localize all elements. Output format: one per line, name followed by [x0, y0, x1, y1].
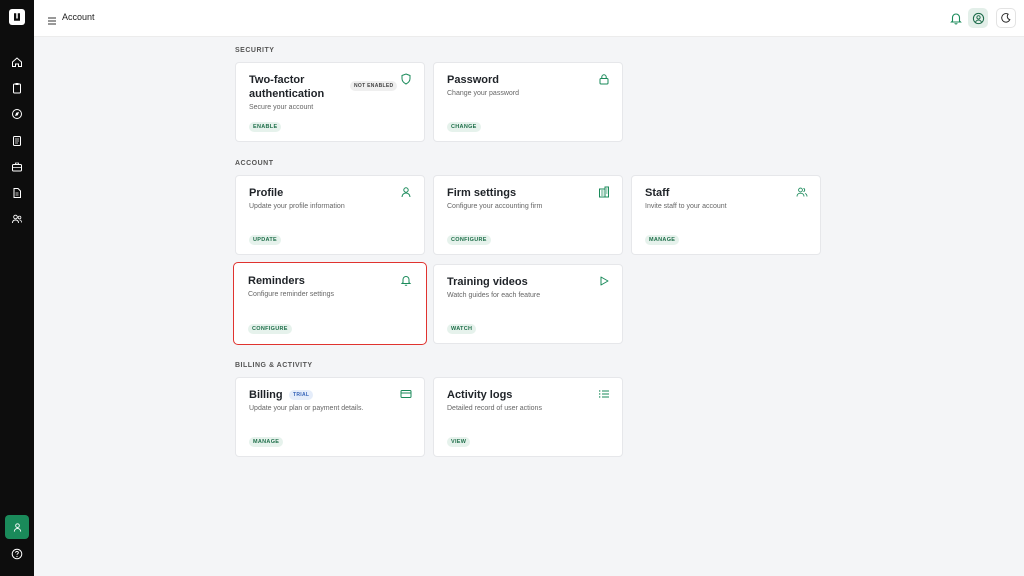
sidebar — [0, 0, 34, 576]
user-icon — [13, 522, 21, 532]
logo-icon[interactable] — [9, 9, 25, 25]
card-title: Profile — [249, 187, 284, 199]
lock-icon — [598, 72, 610, 85]
enable-button[interactable]: ENABLE — [249, 122, 282, 132]
change-button[interactable]: CHANGE — [447, 122, 481, 132]
card-description: Secure your account — [249, 104, 314, 111]
card-profile[interactable]: Profile Update your profile information … — [235, 175, 425, 255]
card-description: Detailed record of user actions — [447, 405, 542, 412]
section-account-label: ACCOUNT — [235, 160, 274, 167]
document-icon[interactable] — [10, 134, 24, 148]
card-description: Configure reminder settings — [248, 291, 334, 298]
file-icon[interactable] — [10, 186, 24, 200]
compass-icon[interactable] — [10, 107, 24, 121]
user-circle-icon[interactable] — [968, 8, 988, 28]
top-bar: Account — [34, 0, 1024, 37]
help-icon[interactable] — [10, 547, 24, 561]
card-description: Change your password — [447, 90, 519, 97]
user-button[interactable] — [5, 515, 29, 539]
configure-reminders-button[interactable]: CONFIGURE — [248, 324, 292, 334]
menu-icon[interactable] — [47, 13, 57, 25]
status-badge: NOT ENABLED — [350, 81, 398, 91]
list-icon — [598, 387, 610, 399]
play-icon — [598, 274, 610, 286]
users-icon — [796, 185, 808, 197]
update-button[interactable]: UPDATE — [249, 235, 282, 245]
briefcase-icon[interactable] — [10, 160, 24, 174]
card-activity-logs[interactable]: Activity logs Detailed record of user ac… — [433, 377, 623, 457]
credit-card-icon — [400, 387, 412, 399]
card-title: Firm settings — [447, 187, 517, 199]
building-icon — [598, 185, 610, 198]
view-button[interactable]: VIEW — [447, 437, 471, 447]
section-security-label: SECURITY — [235, 47, 275, 54]
card-description: Update your profile information — [249, 203, 345, 210]
home-icon[interactable] — [10, 55, 24, 69]
card-reminders[interactable]: Reminders Configure reminder settings CO… — [233, 262, 427, 345]
card-billing[interactable]: Billing TRIAL Update your plan or paymen… — [235, 377, 425, 457]
clipboard-icon[interactable] — [10, 81, 24, 95]
card-two-factor[interactable]: Two-factor authentication Secure your ac… — [235, 62, 425, 142]
section-billing-label: BILLING & ACTIVITY — [235, 362, 313, 369]
card-description: Update your plan or payment details. — [249, 405, 364, 412]
card-password[interactable]: Password Change your password CHANGE — [433, 62, 623, 142]
card-title: Password — [447, 74, 499, 86]
trial-badge: TRIAL — [289, 390, 314, 400]
manage-staff-button[interactable]: MANAGE — [645, 235, 680, 245]
watch-button[interactable]: WATCH — [447, 324, 477, 334]
card-title: Activity logs — [447, 389, 513, 401]
card-firm-settings[interactable]: Firm settings Configure your accounting … — [433, 175, 623, 255]
card-title: Reminders — [248, 275, 305, 287]
card-title: Two-factor authentication — [249, 74, 325, 100]
card-staff[interactable]: Staff Invite staff to your account MANAG… — [631, 175, 821, 255]
page-title: Account — [62, 12, 95, 22]
card-description: Invite staff to your account — [645, 203, 727, 210]
configure-button[interactable]: CONFIGURE — [447, 235, 491, 245]
moon-icon[interactable] — [996, 8, 1016, 28]
bell-icon[interactable] — [949, 11, 963, 25]
card-description: Watch guides for each feature — [447, 292, 541, 299]
user-icon — [400, 185, 412, 198]
card-description: Configure your accounting firm — [447, 203, 543, 210]
card-training-videos[interactable]: Training videos Watch guides for each fe… — [433, 264, 623, 344]
users-icon[interactable] — [10, 212, 24, 226]
card-title: Staff — [645, 187, 670, 199]
manage-billing-button[interactable]: MANAGE — [249, 437, 284, 447]
bell-icon — [400, 273, 412, 286]
shield-icon — [400, 72, 412, 85]
card-title: Training videos — [447, 276, 528, 288]
